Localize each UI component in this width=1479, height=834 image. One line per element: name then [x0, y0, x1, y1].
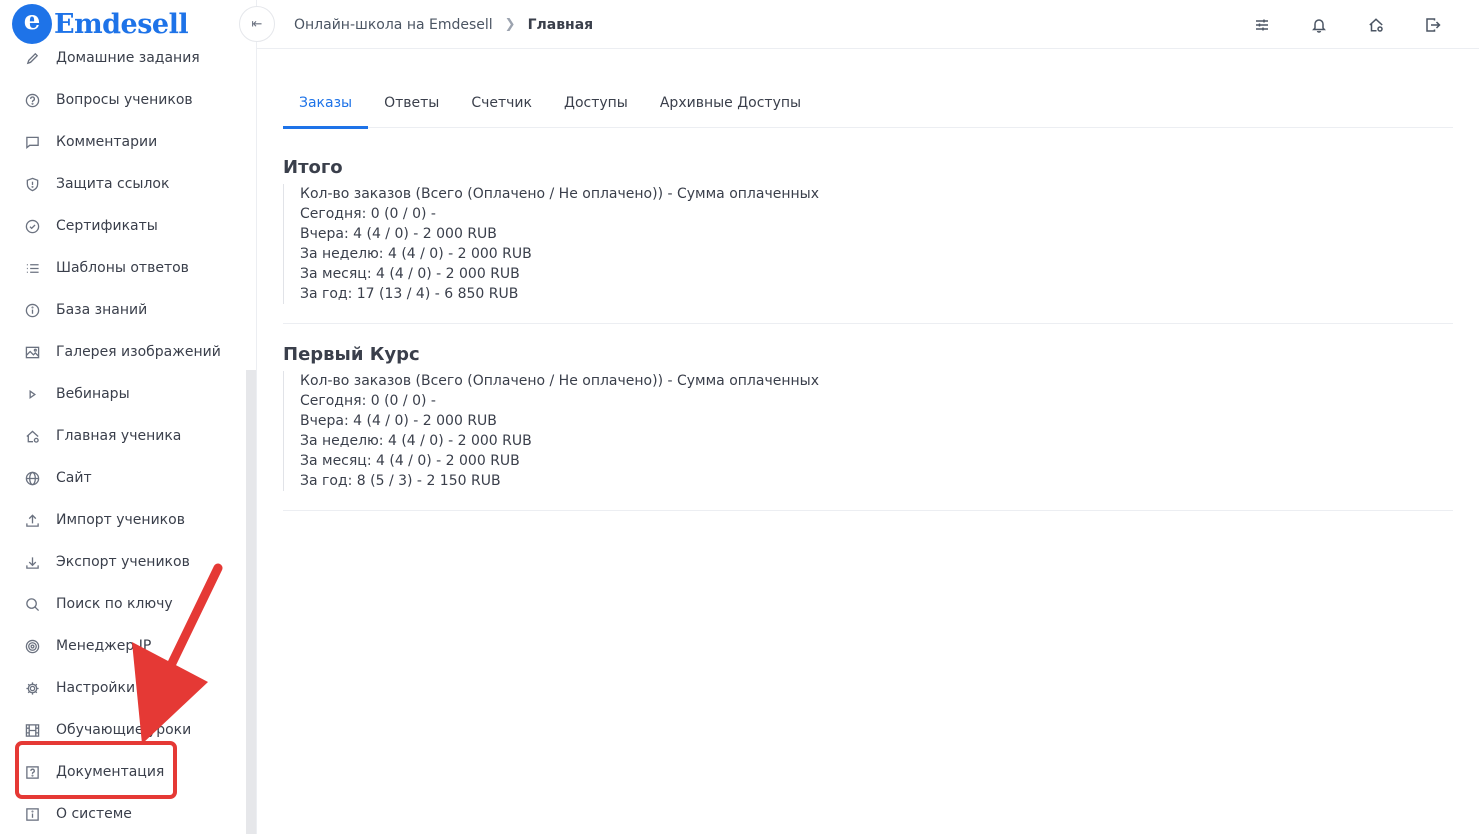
stats-row-week: За неделю: 4 (4 / 0) - 2 000 RUB	[300, 433, 532, 449]
sidebar-scrollbar[interactable]	[246, 370, 256, 834]
sidebar-item-label: Вебинары	[56, 386, 130, 402]
sidebar-item-image-gallery[interactable]: Галерея изображений	[0, 331, 246, 373]
sidebar-item-label: Менеджер IP	[56, 638, 152, 654]
shield-icon	[24, 176, 40, 192]
stats-header-row: Кол-во заказов (Всего (Оплачено / Не опл…	[300, 373, 819, 389]
sidebar-item-label: О системе	[56, 806, 132, 822]
sidebar-item-tutorials[interactable]: Обучающие уроки	[0, 709, 246, 751]
tab-orders[interactable]: Заказы	[283, 78, 369, 129]
sidebar-item-answer-templates[interactable]: Шаблоны ответов	[0, 247, 246, 289]
upload-icon	[24, 512, 40, 528]
collapse-left-icon: ⇤	[251, 16, 263, 32]
sidebar-item-about[interactable]: О системе	[0, 793, 246, 834]
download-icon	[24, 554, 40, 570]
stats-row-month: За месяц: 4 (4 / 0) - 2 000 RUB	[300, 266, 520, 282]
home-settings-icon[interactable]	[1368, 17, 1384, 33]
sidebar-menu: Домашние задания Вопросы учеников Коммен…	[0, 37, 246, 834]
stats-list: Кол-во заказов (Всего (Оплачено / Не опл…	[283, 371, 1453, 491]
sidebar-item-import-students[interactable]: Импорт учеников	[0, 499, 246, 541]
brand-name: Emdesell	[54, 8, 189, 40]
sidebar-item-label: Настройки	[56, 680, 136, 696]
search-icon	[24, 596, 40, 612]
sidebar-item-documentation[interactable]: Документация	[0, 751, 246, 793]
breadcrumb-school[interactable]: Онлайн-школа на Emdesell	[294, 17, 493, 33]
sidebar-item-label: Сайт	[56, 470, 92, 486]
sidebar-item-student-questions[interactable]: Вопросы учеников	[0, 79, 246, 121]
list-icon	[24, 260, 40, 276]
logout-icon[interactable]	[1425, 17, 1441, 33]
sidebar-item-label: Защита ссылок	[56, 176, 170, 192]
sidebar-item-site[interactable]: Сайт	[0, 457, 246, 499]
section-title: Итого	[283, 157, 343, 178]
check-circle-icon	[24, 218, 40, 234]
sidebar-item-link-protection[interactable]: Защита ссылок	[0, 163, 246, 205]
tab-archived-accesses[interactable]: Архивные Доступы	[644, 78, 817, 128]
sidebar-item-ip-manager[interactable]: Менеджер IP	[0, 625, 246, 667]
sidebar: e Emdesell Домашние задания Вопросы учен…	[0, 0, 257, 834]
globe-icon	[24, 470, 40, 486]
sidebar-item-student-home[interactable]: Главная ученика	[0, 415, 246, 457]
info-circle-icon	[24, 302, 40, 318]
play-icon	[24, 386, 40, 402]
sidebar-item-label: База знаний	[56, 302, 148, 318]
tab-answers[interactable]: Ответы	[368, 78, 455, 128]
target-icon	[24, 638, 40, 654]
help-square-icon	[24, 764, 40, 780]
info-square-icon	[24, 806, 40, 822]
sidebar-item-certificates[interactable]: Сертификаты	[0, 205, 246, 247]
stats-list: Кол-во заказов (Всего (Оплачено / Не опл…	[283, 184, 1453, 304]
sidebar-item-label: Сертификаты	[56, 218, 158, 234]
sidebar-item-label: Документация	[56, 764, 165, 780]
sidebar-item-webinars[interactable]: Вебинары	[0, 373, 246, 415]
sidebar-item-settings[interactable]: Настройки	[0, 667, 246, 709]
sidebar-item-label: Главная ученика	[56, 428, 182, 444]
pencil-icon	[24, 50, 40, 66]
sidebar-item-label: Комментарии	[56, 134, 158, 150]
section-title: Первый Курс	[283, 344, 420, 365]
stats-row-week: За неделю: 4 (4 / 0) - 2 000 RUB	[300, 246, 532, 262]
summary-section-total: Итого Кол-во заказов (Всего (Оплачено / …	[283, 156, 1453, 324]
sidebar-item-label: Галерея изображений	[56, 344, 221, 360]
gear-icon	[24, 680, 40, 696]
home-gear-icon	[24, 428, 40, 444]
sidebar-item-label: Домашние задания	[56, 50, 200, 66]
stats-header-row: Кол-во заказов (Всего (Оплачено / Не опл…	[300, 186, 819, 202]
sidebar-item-export-students[interactable]: Экспорт учеников	[0, 541, 246, 583]
stats-row-month: За месяц: 4 (4 / 0) - 2 000 RUB	[300, 453, 520, 469]
sidebar-item-label: Поиск по ключу	[56, 596, 173, 612]
sidebar-item-label: Шаблоны ответов	[56, 260, 189, 276]
stats-row-year: За год: 8 (5 / 3) - 2 150 RUB	[300, 473, 501, 489]
sliders-icon[interactable]	[1254, 17, 1270, 33]
tab-accesses[interactable]: Доступы	[548, 78, 644, 128]
stats-row-today: Сегодня: 0 (0 / 0) -	[300, 393, 436, 409]
image-icon	[24, 344, 40, 360]
breadcrumb: Онлайн-школа на Emdesell ❯ Главная	[294, 0, 593, 49]
stats-row-year: За год: 17 (13 / 4) - 6 850 RUB	[300, 286, 519, 302]
sidebar-item-label: Обучающие уроки	[56, 722, 192, 738]
breadcrumb-current: Главная	[527, 16, 594, 33]
film-icon	[24, 722, 40, 738]
sidebar-item-homework[interactable]: Домашние задания	[0, 37, 246, 79]
stats-row-yesterday: Вчера: 4 (4 / 0) - 2 000 RUB	[300, 226, 497, 242]
tabs: Заказы Ответы Счетчик Доступы Архивные Д…	[283, 78, 1453, 129]
summary-section-course: Первый Курс Кол-во заказов (Всего (Оплач…	[283, 343, 1453, 511]
sidebar-item-label: Экспорт учеников	[56, 554, 190, 570]
comment-icon	[24, 134, 40, 150]
sidebar-item-label: Вопросы учеников	[56, 92, 193, 108]
top-header: ⇤ Онлайн-школа на Emdesell ❯ Главная	[239, 0, 1479, 49]
stats-row-yesterday: Вчера: 4 (4 / 0) - 2 000 RUB	[300, 413, 497, 429]
sidebar-item-key-search[interactable]: Поиск по ключу	[0, 583, 246, 625]
tab-counter[interactable]: Счетчик	[455, 78, 548, 128]
header-actions	[1254, 0, 1441, 49]
stats-row-today: Сегодня: 0 (0 / 0) -	[300, 206, 436, 222]
chevron-right-icon: ❯	[504, 17, 516, 32]
collapse-sidebar-button[interactable]: ⇤	[239, 6, 275, 42]
sidebar-item-knowledge-base[interactable]: База знаний	[0, 289, 246, 331]
sidebar-item-label: Импорт учеников	[56, 512, 185, 528]
question-circle-icon	[24, 92, 40, 108]
sidebar-item-comments[interactable]: Комментарии	[0, 121, 246, 163]
bell-icon[interactable]	[1311, 17, 1327, 33]
